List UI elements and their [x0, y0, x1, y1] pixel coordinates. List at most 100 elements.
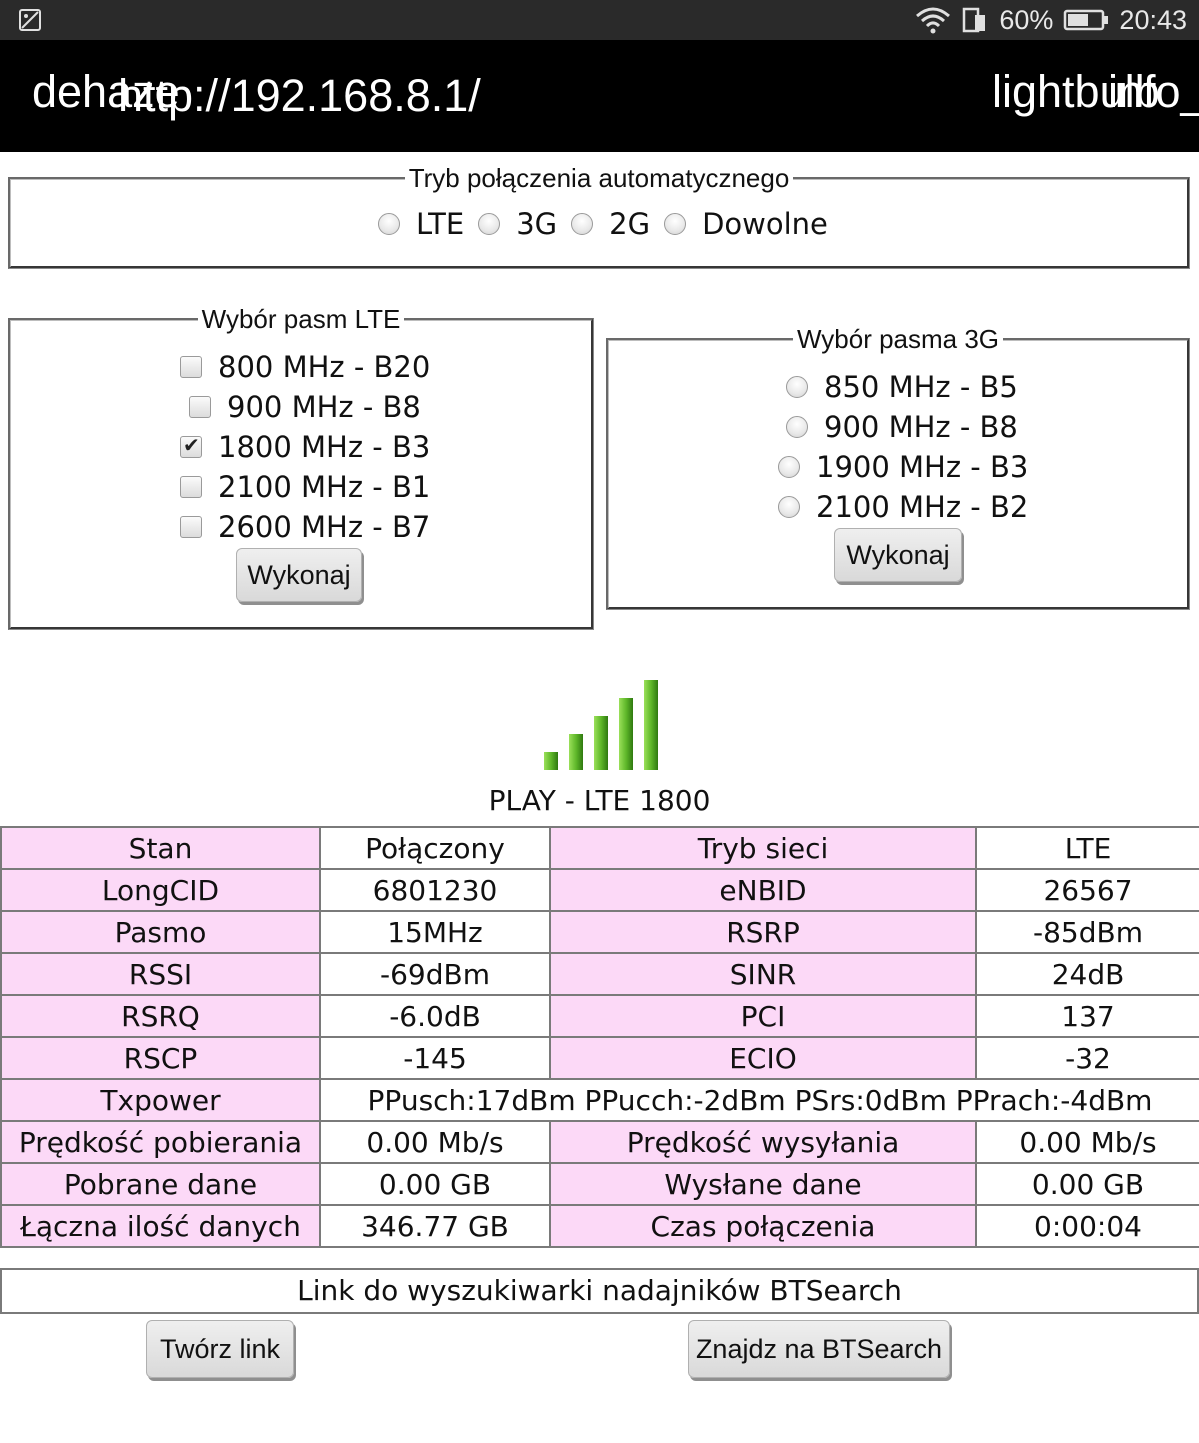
- lte-band-item: 2100 MHz - B1: [180, 467, 430, 507]
- table-cell-value: PPusch:17dBm PPucch:-2dBm PSrs:0dBm PPra…: [319, 1078, 1199, 1122]
- table-cell-label: Txpower: [0, 1078, 321, 1122]
- auto-mode-legend: Tryb połączenia automatycznego: [408, 163, 790, 193]
- checkmark-icon: ✔: [183, 433, 200, 457]
- signal-bar: [594, 716, 608, 770]
- band-3g-item: 2100 MHz - B2: [778, 487, 1028, 527]
- lte-band-item: 2600 MHz - B7: [180, 507, 430, 547]
- table-cell-label: eNBID: [549, 868, 977, 912]
- clock: 20:43: [1119, 4, 1187, 35]
- radio-lte[interactable]: [378, 213, 400, 235]
- band-3g-item: 850 MHz - B5: [786, 367, 1018, 407]
- table-cell-value: -85dBm: [975, 910, 1199, 954]
- table-cell-value: -6.0dB: [319, 994, 551, 1038]
- table-cell-label: RSSI: [0, 952, 321, 996]
- table-row: Pasmo 15MHz RSRP -85dBm: [0, 910, 1199, 954]
- lte-execute-button[interactable]: Wykonaj: [236, 548, 362, 602]
- radio-2g-label: 2G: [609, 207, 651, 241]
- lte-band-label: 900 MHz - B8: [227, 390, 421, 424]
- table-cell-value: -32: [975, 1036, 1199, 1080]
- table-row: Prędkość pobierania 0.00 Mb/s Prędkość wys…: [0, 1120, 1199, 1164]
- signal-bar: [569, 734, 583, 770]
- radio-lte-label: LTE: [416, 207, 465, 241]
- radio-3g-label: 3G: [516, 207, 558, 241]
- table-cell-value: 0:00:04: [975, 1204, 1199, 1248]
- lte-band-label: 1800 MHz - B3: [218, 430, 431, 464]
- band-3g-label: 1900 MHz - B3: [816, 450, 1029, 484]
- table-cell-label: Wysłane dane: [549, 1162, 977, 1206]
- checkbox-band-b8[interactable]: [189, 396, 211, 418]
- checkbox-band-b1[interactable]: [180, 476, 202, 498]
- table-cell-label: Tryb sieci: [549, 826, 977, 870]
- table-cell-label: RSCP: [0, 1036, 321, 1080]
- table-cell-value: 0.00 Mb/s: [975, 1120, 1199, 1164]
- table-cell-value: 346.77 GB: [319, 1204, 551, 1248]
- table-cell-label: Pobrane dane: [0, 1162, 321, 1206]
- find-btsearch-button[interactable]: Znajdz na BTSearch: [688, 1320, 950, 1378]
- table-row: RSCP -145 ECIO -32: [0, 1036, 1199, 1080]
- radio-3g-b8[interactable]: [786, 416, 808, 438]
- band-3g-label: 850 MHz - B5: [824, 370, 1018, 404]
- radio-any[interactable]: [664, 213, 687, 235]
- lte-band-item: ✔ 1800 MHz - B3: [180, 427, 430, 467]
- battery-icon: [1064, 9, 1109, 31]
- table-row: Łączna ilość danych 346.77 GB Czas połącze…: [0, 1204, 1199, 1248]
- table-row: Pobrane dane 0.00 GB Wysłane dane 0.00 GB: [0, 1162, 1199, 1206]
- radio-3g[interactable]: [478, 213, 501, 235]
- sim-card-icon: [963, 7, 986, 33]
- table-row: RSRQ -6.0dB PCI 137: [0, 994, 1199, 1038]
- radio-any-label: Dowolne: [702, 207, 828, 241]
- checkbox-band-b3[interactable]: ✔: [180, 433, 202, 458]
- table-cell-label: Prędkość wysyłania: [549, 1120, 977, 1164]
- table-cell-value: 15MHz: [319, 910, 551, 954]
- signal-bar: [544, 752, 558, 770]
- table-row: LongCID 6801230 eNBID 26567: [0, 868, 1199, 912]
- lte-band-label: 2100 MHz - B1: [218, 470, 431, 504]
- image-notification-icon: [19, 9, 41, 31]
- checkbox-band-b7[interactable]: [180, 516, 202, 538]
- table-cell-label: PCI: [549, 994, 977, 1038]
- radio-3g-b2[interactable]: [778, 496, 800, 518]
- table-cell-label: SINR: [549, 952, 977, 996]
- table-cell-value: 0.00 Mb/s: [319, 1120, 551, 1164]
- checkbox-band-b20[interactable]: [180, 356, 202, 378]
- browser-title-bar: dehaze http://192.168.8.1/ lightbulb inf…: [0, 40, 1199, 152]
- band-3g-item: 1900 MHz - B3: [778, 447, 1028, 487]
- url-text[interactable]: http://192.168.8.1/: [118, 70, 481, 122]
- table-cell-value: 24dB: [975, 952, 1199, 996]
- battery-percent: 60%: [999, 4, 1054, 35]
- lte-band-item: 800 MHz - B20: [180, 347, 430, 387]
- info-icon-text[interactable]: info_: [1108, 66, 1199, 118]
- signal-strength-icon: [544, 680, 658, 770]
- table-cell-value: 137: [975, 994, 1199, 1038]
- band-3g-label: 900 MHz - B8: [824, 410, 1018, 444]
- table-cell-value: Połączony: [319, 826, 551, 870]
- wifi-icon: [916, 7, 951, 34]
- signal-bar: [644, 680, 658, 770]
- lte-band-label: 2600 MHz - B7: [218, 510, 431, 544]
- table-cell-value: LTE: [975, 826, 1199, 870]
- table-cell-label: RSRQ: [0, 994, 321, 1038]
- table-row: RSSI -69dBm SINR 24dB: [0, 952, 1199, 996]
- operator-title: PLAY - LTE 1800: [488, 784, 711, 817]
- radio-2g[interactable]: [571, 213, 594, 235]
- signal-bar: [619, 698, 633, 770]
- btsearch-link-header: Link do wyszukiwarki nadajników BTSearch: [0, 1268, 1199, 1314]
- band-3g-execute-button[interactable]: Wykonaj: [834, 528, 962, 582]
- table-cell-label: Prędkość pobierania: [0, 1120, 321, 1164]
- table-cell-label: ECIO: [549, 1036, 977, 1080]
- lte-band-item: 900 MHz - B8: [189, 387, 421, 427]
- create-link-button[interactable]: Twórz link: [146, 1320, 294, 1378]
- lte-bands-legend: Wybór pasm LTE: [201, 304, 401, 334]
- table-cell-label: Łączna ilość danych: [0, 1204, 321, 1248]
- table-cell-label: RSRP: [549, 910, 977, 954]
- table-row: Stan Połączony Tryb sieci LTE: [0, 826, 1199, 870]
- signal-info-table: Stan Połączony Tryb sieci LTE LongCID 6801230…: [0, 826, 1199, 1248]
- status-bar: 60% 20:43: [0, 0, 1199, 40]
- table-row: Txpower PPusch:17dBm PPucch:-2dBm PSrs:0d…: [0, 1078, 1199, 1122]
- radio-3g-b3[interactable]: [778, 456, 800, 478]
- radio-3g-b5[interactable]: [786, 376, 808, 398]
- table-cell-label: Czas połączenia: [549, 1204, 977, 1248]
- band-3g-label: 2100 MHz - B2: [816, 490, 1029, 524]
- auto-mode-options: LTE 3G 2G Dowolne: [378, 204, 828, 244]
- lte-band-label: 800 MHz - B20: [218, 350, 431, 384]
